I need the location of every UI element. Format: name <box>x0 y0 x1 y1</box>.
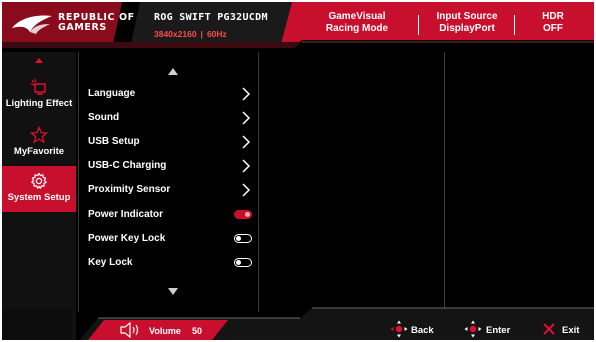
gear-icon <box>31 172 47 189</box>
back-button[interactable]: Back <box>390 320 440 340</box>
back-label: Back <box>411 325 434 336</box>
sidebar-item-label: System Setup <box>7 192 71 203</box>
toggle-knob <box>236 259 241 265</box>
menu-scroll-down-icon[interactable] <box>168 288 178 295</box>
sidebar-item-label: MyFavorite <box>13 146 65 157</box>
star-icon <box>30 126 48 144</box>
volume-value: 50 <box>192 326 203 336</box>
power-indicator-toggle[interactable] <box>234 210 252 219</box>
power-key-lock-toggle[interactable] <box>234 234 252 243</box>
hdr-value: OFF <box>543 23 563 34</box>
menu-item-sound[interactable]: Sound <box>88 107 254 129</box>
hdr-label: HDR <box>542 11 564 22</box>
menu-item-label: Key Lock <box>88 257 133 268</box>
chevron-right-icon <box>242 135 250 149</box>
header-divider <box>514 15 515 35</box>
menu-item-label: Proximity Sensor <box>88 184 171 195</box>
menu-item-label: Power Indicator <box>88 209 164 220</box>
gamevisual-label: GameVisual <box>328 11 386 22</box>
chevron-right-icon <box>242 87 250 101</box>
input-source-status: Input Source DisplayPort <box>426 11 508 35</box>
input-source-value: DisplayPort <box>439 23 495 34</box>
close-icon <box>543 323 555 335</box>
chevron-right-icon <box>242 111 250 125</box>
menu-item-power-key-lock[interactable]: Power Key Lock <box>88 228 254 250</box>
osd-screen: REPUBLIC OF GAMERS ROG SWIFT PG32UCDM 38… <box>2 2 594 340</box>
volume-label: Volume <box>149 326 181 336</box>
menu-item-label: USB Setup <box>88 136 140 147</box>
brand-line2: GAMERS <box>58 22 107 33</box>
menu-item-usb-c-charging[interactable]: USB-C Charging <box>88 155 254 177</box>
joystick-press-icon <box>464 320 482 338</box>
enter-button[interactable]: Enter <box>464 320 520 340</box>
menu-scroll-up-icon[interactable] <box>168 68 178 75</box>
column-divider <box>78 52 79 312</box>
resolution-value: 3840x2160 <box>154 29 197 39</box>
menu-item-proximity-sensor[interactable]: Proximity Sensor <box>88 179 254 201</box>
osd-footer: Volume 50 Back Enter Exit <box>2 306 594 340</box>
gamevisual-value: Racing Mode <box>325 23 389 34</box>
osd-header: REPUBLIC OF GAMERS ROG SWIFT PG32UCDM 38… <box>2 2 594 48</box>
toggle-knob <box>236 235 241 241</box>
resolution-separator: | <box>200 29 203 39</box>
menu-item-label: USB-C Charging <box>88 160 167 171</box>
chevron-right-icon <box>242 159 250 173</box>
toggle-knob <box>245 211 250 217</box>
exit-button[interactable]: Exit <box>542 320 588 340</box>
speaker-icon <box>120 322 139 338</box>
chevron-right-icon <box>242 183 250 197</box>
menu-item-power-indicator[interactable]: Power Indicator <box>88 204 254 226</box>
resolution-info: 3840x2160 | 60Hz <box>154 29 227 39</box>
lighting-effect-icon <box>30 78 46 95</box>
joystick-left-icon <box>390 320 408 338</box>
column-divider <box>444 52 445 312</box>
menu-item-key-lock[interactable]: Key Lock <box>88 252 254 274</box>
sidebar-item-system-setup[interactable]: System Setup <box>2 166 76 212</box>
sidebar-item-label: Lighting Effect <box>5 98 73 109</box>
menu-item-language[interactable]: Language <box>88 83 254 105</box>
input-source-label: Input Source <box>436 11 498 22</box>
key-lock-toggle[interactable] <box>234 258 252 267</box>
menu-item-label: Power Key Lock <box>88 233 166 244</box>
menu-item-label: Language <box>88 88 136 99</box>
refresh-rate-value: 60Hz <box>206 29 227 39</box>
gamevisual-status: GameVisual Racing Mode <box>298 11 416 35</box>
sidebar-item-lighting-effect[interactable]: Lighting Effect <box>2 78 76 130</box>
column-divider <box>258 52 259 312</box>
rog-logo-icon <box>12 15 52 34</box>
hdr-status: HDR OFF <box>522 11 584 35</box>
sidebar-scroll-up-icon[interactable] <box>35 58 43 63</box>
exit-label: Exit <box>562 325 580 336</box>
menu-item-usb-setup[interactable]: USB Setup <box>88 131 254 153</box>
menu-item-label: Sound <box>88 112 120 123</box>
model-name: ROG SWIFT PG32UCDM <box>154 12 268 23</box>
enter-label: Enter <box>486 325 511 336</box>
brand-logo-text: REPUBLIC OF GAMERS <box>58 13 135 33</box>
header-divider <box>418 15 419 35</box>
